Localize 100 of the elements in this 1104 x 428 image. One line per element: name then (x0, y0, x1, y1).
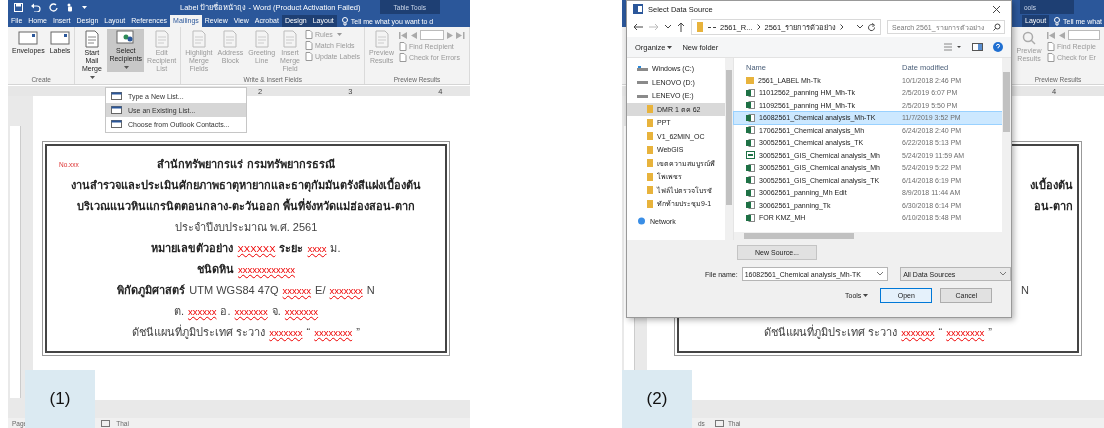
spreadsheet-icon (746, 101, 755, 110)
first-record-icon[interactable] (399, 31, 408, 39)
first-record-icon[interactable] (1047, 31, 1056, 39)
label-text: ต. (173, 304, 184, 319)
spreadsheet-icon (746, 138, 755, 147)
people-icon (115, 30, 136, 46)
help-icon[interactable] (993, 42, 1003, 52)
label-text: อ. (220, 304, 231, 319)
network-icon (637, 217, 646, 226)
refresh-icon[interactable] (867, 22, 876, 32)
preview-pane-icon[interactable] (972, 43, 983, 51)
document-icon (253, 30, 270, 48)
magnifier-icon (1021, 30, 1037, 46)
last-record-icon[interactable] (456, 31, 465, 39)
system-drive-icon (637, 65, 648, 72)
label-text: สำนักทรัพยากรแร่ กรมทรัพยากรธรณี (157, 157, 335, 172)
label-text: ระยะ (279, 241, 304, 256)
close-icon[interactable] (992, 4, 1001, 14)
view-options-icon[interactable] (944, 43, 962, 51)
label-text: งเบื้องต้น (1030, 176, 1073, 193)
caret-icon[interactable] (857, 25, 863, 29)
placeholder-field-text: xxxxxxx (901, 326, 935, 340)
back-arrow-icon[interactable] (633, 23, 643, 31)
word-app-icon (633, 4, 643, 14)
spreadsheet-icon (746, 201, 755, 210)
envelope-icon (50, 30, 70, 46)
placeholder-field-text: XXXXXX (237, 242, 276, 256)
spreadsheet-icon (746, 88, 755, 97)
list-icon (111, 92, 122, 100)
folder-icon (696, 22, 704, 32)
label-text: อน-ตาก (1034, 199, 1073, 214)
label-text: ” (988, 325, 992, 340)
scrollbar[interactable] (1002, 58, 1011, 240)
list-icon (111, 120, 122, 128)
label-text: งานสำรวจและประเมินศักยภาพธาตุหายากและธาตุกัมมันตรังสีแฝงเบื้องต้น (71, 176, 421, 194)
placeholder-field-text: xxxxxxxxxxxx (238, 263, 295, 277)
placeholder-field-text: xxxxxxx (269, 326, 303, 340)
document-icon (282, 30, 298, 48)
save-icon[interactable] (14, 2, 23, 12)
caret-icon (863, 294, 869, 298)
record-field[interactable] (1068, 30, 1100, 40)
spreadsheet-icon (746, 188, 755, 197)
label-text: ” (356, 325, 360, 340)
spreadsheet-icon (746, 126, 755, 135)
label-text: N (366, 283, 375, 298)
label-text: พิกัดภูมิศาสตร์ (117, 283, 186, 300)
record-field[interactable] (420, 30, 444, 40)
caret-icon (336, 33, 342, 36)
label-text: “ (306, 325, 311, 340)
label-text: หมายเลขตัวอย่าง (151, 241, 234, 256)
caret-icon (124, 65, 130, 69)
scrollbar[interactable] (725, 58, 733, 240)
placeholder-field-text: xxxxxxx (284, 305, 319, 319)
placeholder-field-text: xxxxxxxx (314, 326, 353, 340)
list-icon (111, 106, 122, 114)
caption-label: (2) (622, 370, 692, 428)
label-text: บริเวณแนวหินแกรนิตตอนกลาง-ตะวันออก พื้นที่จังหวัดแม่ฮ่องสอน-ตาก (77, 197, 415, 214)
previous-record-icon[interactable] (411, 31, 417, 39)
caret-icon (1000, 272, 1006, 276)
caret-icon[interactable] (665, 25, 671, 29)
csv-file-icon (746, 151, 755, 160)
caret-icon[interactable] (82, 5, 87, 9)
label-text: ดัชนีแผนที่ภูมิประเทศ ระวาง (764, 323, 898, 341)
envelope-icon (18, 30, 39, 46)
proofing-icon[interactable] (101, 419, 111, 427)
spreadsheet-icon (746, 113, 755, 122)
previous-record-icon[interactable] (1059, 31, 1065, 39)
next-record-icon[interactable] (447, 31, 453, 39)
placeholder-field-text: xxxxxxxx (946, 326, 985, 340)
label-text: E/ (315, 283, 326, 298)
redo-icon[interactable] (49, 2, 58, 12)
label-text: ชนิดหิน (197, 262, 234, 277)
document-icon (190, 30, 207, 48)
undo-icon[interactable] (31, 2, 41, 12)
caret-icon (667, 46, 673, 49)
label-text: จ. (271, 304, 281, 319)
touch-mode-icon[interactable] (66, 2, 74, 12)
label-text: ม. (330, 241, 341, 256)
placeholder-field-text: xxxx (307, 242, 327, 256)
folder-icon (746, 76, 754, 85)
caption-label: (1) (25, 370, 95, 428)
up-arrow-icon[interactable] (677, 22, 685, 32)
placeholder-field-text: xxxxxxx (234, 305, 268, 319)
label-text: N (1021, 283, 1029, 298)
document-icon (153, 30, 170, 48)
spreadsheet-icon (746, 176, 755, 185)
label-text: ดัชนีแผนที่ภูมิประเทศ ระวาง (132, 323, 266, 341)
label-text: ประจำปีงบประมาณ พ.ศ. 2561 (174, 220, 318, 235)
caret-icon (90, 75, 96, 79)
placeholder-field-text: xxxxxx (187, 305, 217, 319)
document-icon (83, 30, 100, 48)
document-icon (373, 30, 390, 48)
caret-icon (877, 272, 884, 276)
label-text: UTM WGS84 47Q (189, 283, 279, 298)
placeholder-field-text: xxxxxx (282, 284, 312, 298)
spreadsheet-icon (746, 163, 755, 172)
document-icon (222, 30, 239, 48)
label-text: “ (938, 325, 943, 340)
proofing-icon[interactable] (714, 419, 724, 427)
spreadsheet-icon (746, 213, 755, 222)
